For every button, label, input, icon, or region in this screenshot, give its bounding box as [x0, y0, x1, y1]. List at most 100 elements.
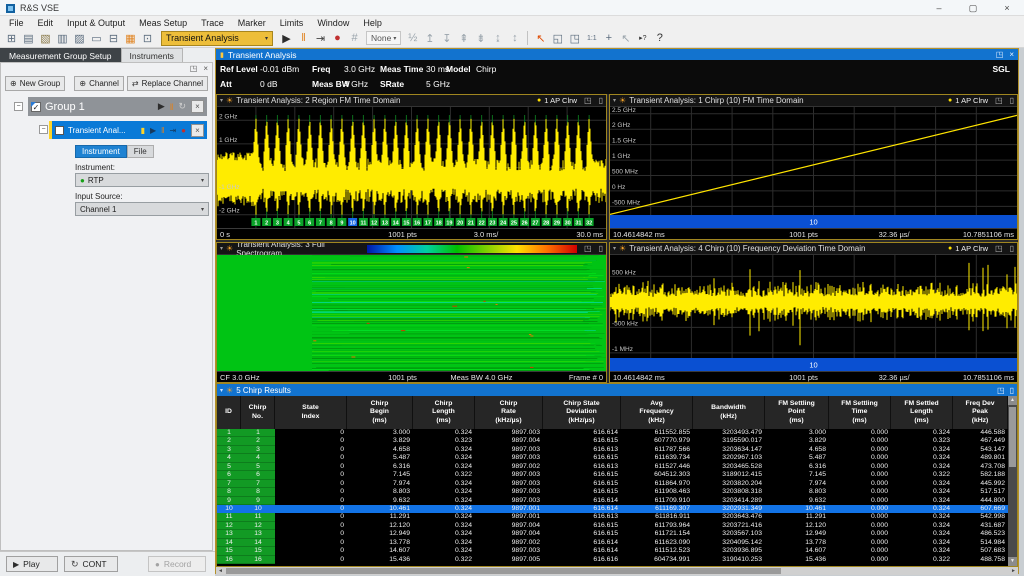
panel-delete-icon[interactable]: ▯	[1010, 244, 1014, 253]
minimize-icon[interactable]: –	[922, 3, 956, 13]
display-config-icon[interactable]: ⊟	[105, 30, 122, 46]
channel-close-button[interactable]: ×	[191, 124, 204, 137]
menu-edit[interactable]: Edit	[31, 18, 61, 28]
group-checkbox[interactable]: ✓	[31, 102, 41, 112]
chevron-down-icon[interactable]: ▾	[613, 97, 616, 104]
panel-restore-icon[interactable]: ◳	[997, 386, 1005, 395]
new-window-icon[interactable]: ⊡	[139, 30, 156, 46]
menu-meas-setup[interactable]: Meas Setup	[132, 18, 194, 28]
header-field-meas-time[interactable]: Meas Time30 ms	[380, 64, 449, 74]
chevron-down-icon[interactable]: ▾	[220, 97, 223, 104]
chirp-marker-flag[interactable]: 9	[337, 218, 346, 227]
panel-delete-icon[interactable]: ▯	[599, 244, 603, 253]
menu-help[interactable]: Help	[356, 18, 389, 28]
table-row[interactable]: 3304.6580.3249897.003616.613611787.56632…	[217, 446, 1008, 454]
chirp-marker-flag[interactable]: 22	[477, 218, 486, 227]
window-title-bar[interactable]: ▮ Transient Analysis ◳ ×	[216, 49, 1018, 60]
marker-coupling-icon[interactable]: #	[346, 30, 363, 46]
help-icon[interactable]: ?	[651, 30, 668, 46]
menu-trace[interactable]: Trace	[194, 18, 231, 28]
scroll-thumb[interactable]	[226, 568, 781, 574]
column-header[interactable]: Avg Frequency (kHz)	[621, 396, 693, 429]
panel-delete-icon[interactable]: ▯	[1010, 386, 1014, 395]
maximize-icon[interactable]: ▢	[956, 3, 990, 14]
chevron-down-icon[interactable]: ▾	[613, 245, 616, 252]
scroll-thumb[interactable]	[1009, 407, 1016, 467]
chirp-marker-flag[interactable]: 28	[542, 218, 551, 227]
input-source-dropdown[interactable]: Channel 1 ▾	[75, 202, 209, 216]
scroll-left-icon[interactable]: ◄	[216, 567, 225, 575]
header-field-model[interactable]: ModelChirp	[446, 64, 496, 74]
table-row[interactable]: 4405.4870.3249897.003616.615611639.73432…	[217, 454, 1008, 462]
table-row[interactable]: 1313012.9490.3249897.004616.615611721.15…	[217, 530, 1008, 538]
record-button[interactable]: ●Record	[148, 556, 206, 572]
header-field-meas-bw[interactable]: Meas BW4 GHz	[312, 79, 368, 89]
panel-restore-icon[interactable]: ◳	[584, 244, 592, 253]
column-header[interactable]: FM Settled Length (ms)	[891, 396, 953, 429]
close-icon[interactable]: ×	[990, 3, 1024, 13]
chirp-marker-flag[interactable]: 14	[391, 218, 400, 227]
single-sweep-icon[interactable]: ⇥	[312, 30, 329, 46]
column-header[interactable]: Chirp Begin (ms)	[347, 396, 413, 429]
scroll-right-icon[interactable]: ►	[1009, 567, 1018, 575]
play-icon[interactable]: ▶	[278, 30, 295, 46]
window-close-icon[interactable]: ×	[1009, 50, 1014, 59]
marker-delta-icon[interactable]: ↨	[489, 30, 506, 46]
group-close-button[interactable]: ×	[191, 100, 204, 113]
chirp-marker-flag[interactable]: 17	[423, 218, 432, 227]
table-row[interactable]: 1414013.7780.3249897.002616.614611623.09…	[217, 539, 1008, 547]
marker-all-icon[interactable]: ↕	[506, 30, 523, 46]
group-pause-icon[interactable]: ‖	[170, 102, 174, 112]
panel-restore-icon[interactable]: ◳	[190, 64, 198, 73]
table-row[interactable]: 8808.8030.3249897.003616.615611908.46332…	[217, 488, 1008, 496]
chirp-marker-flag[interactable]: 20	[456, 218, 465, 227]
scroll-down-icon[interactable]: ▼	[1008, 557, 1017, 566]
column-header[interactable]: Chirp Rate (kHz/µs)	[475, 396, 543, 429]
table-row[interactable]: 1212012.1200.3249897.004616.615611793.96…	[217, 522, 1008, 530]
table-row[interactable]: 5506.3160.3249897.002616.613611527.44632…	[217, 463, 1008, 471]
header-field-ref-level[interactable]: Ref Level-0.01 dBm	[220, 64, 299, 74]
chirp-marker-flag[interactable]: 8	[327, 218, 336, 227]
table-row[interactable]: 6607.1450.3229897.003616.615604512.30331…	[217, 471, 1008, 479]
channel-record-icon[interactable]: ●	[181, 126, 186, 135]
menu-file[interactable]: File	[2, 18, 31, 28]
channel-item[interactable]: Transient Anal... ▮ ▶ ‖ ⇥ ● ×	[49, 121, 207, 139]
table-horizontal-scrollbar[interactable]: ◄ ►	[216, 567, 1018, 575]
column-header[interactable]: Chirp No.	[241, 396, 275, 429]
column-header[interactable]: Bandwidth (kHz)	[693, 396, 765, 429]
chart-chirp-fm[interactable]: 2.5 GHz2 GHz1.5 GHz1 GHz500 MHz0 Hz-500 …	[610, 107, 1017, 228]
export-icon[interactable]: ▨	[71, 30, 88, 46]
chirp-marker-flag[interactable]: 7	[316, 218, 325, 227]
table-row[interactable]: 7707.9740.3249897.003616.615611864.97032…	[217, 480, 1008, 488]
chirp-marker-flag[interactable]: 6	[305, 218, 314, 227]
chart-spectrogram[interactable]	[217, 255, 606, 371]
chirp-marker-flag[interactable]: 15	[402, 218, 411, 227]
marker-ratio-icon[interactable]: ½	[404, 30, 421, 46]
move-icon[interactable]: +	[600, 30, 617, 46]
scroll-up-icon[interactable]: ▲	[1008, 396, 1017, 405]
table-vertical-scrollbar[interactable]: ▲ ▼	[1008, 396, 1017, 566]
cont-button[interactable]: ↻CONT	[64, 556, 118, 572]
table-row[interactable]: 2203.8290.3239897.004616.615607770.97931…	[217, 437, 1008, 445]
chirp-marker-flag[interactable]: 3	[273, 218, 282, 227]
pan-icon[interactable]: ↖	[617, 30, 634, 46]
chirp-marker-flag[interactable]: 10	[348, 218, 357, 227]
table-row[interactable]: 1616015.4360.3229897.005616.616604734.99…	[217, 556, 1008, 564]
panel-title-bar[interactable]: ▾ ☀ Transient Analysis: 3 Full Spectrogr…	[217, 243, 606, 255]
channel-play-icon[interactable]: ▶	[150, 126, 156, 135]
chirp-marker-flag[interactable]: 30	[563, 218, 572, 227]
sidebar-tab-instruments[interactable]: Instruments	[121, 48, 183, 62]
record-icon[interactable]: ●	[329, 30, 346, 46]
chirp-marker-flag[interactable]: 12	[370, 218, 379, 227]
window-restore-icon[interactable]: ◳	[996, 50, 1004, 59]
marker-search-icon[interactable]: ⇟	[472, 30, 489, 46]
chirp-marker-flag[interactable]: 27	[531, 218, 540, 227]
chirp-marker-flag[interactable]: 21	[466, 218, 475, 227]
smartgrid-icon[interactable]: ▦	[122, 30, 139, 46]
chirp-marker-flag[interactable]: 1	[251, 218, 260, 227]
channel-pause-icon[interactable]: ‖	[161, 126, 164, 135]
replace-channel-button[interactable]: ⇄Replace Channel	[127, 76, 208, 91]
chirp-marker-flag[interactable]: 24	[499, 218, 508, 227]
new-group-button[interactable]: ⊕New Group	[5, 76, 65, 91]
header-field-freq[interactable]: Freq3.0 GHz	[312, 64, 375, 74]
